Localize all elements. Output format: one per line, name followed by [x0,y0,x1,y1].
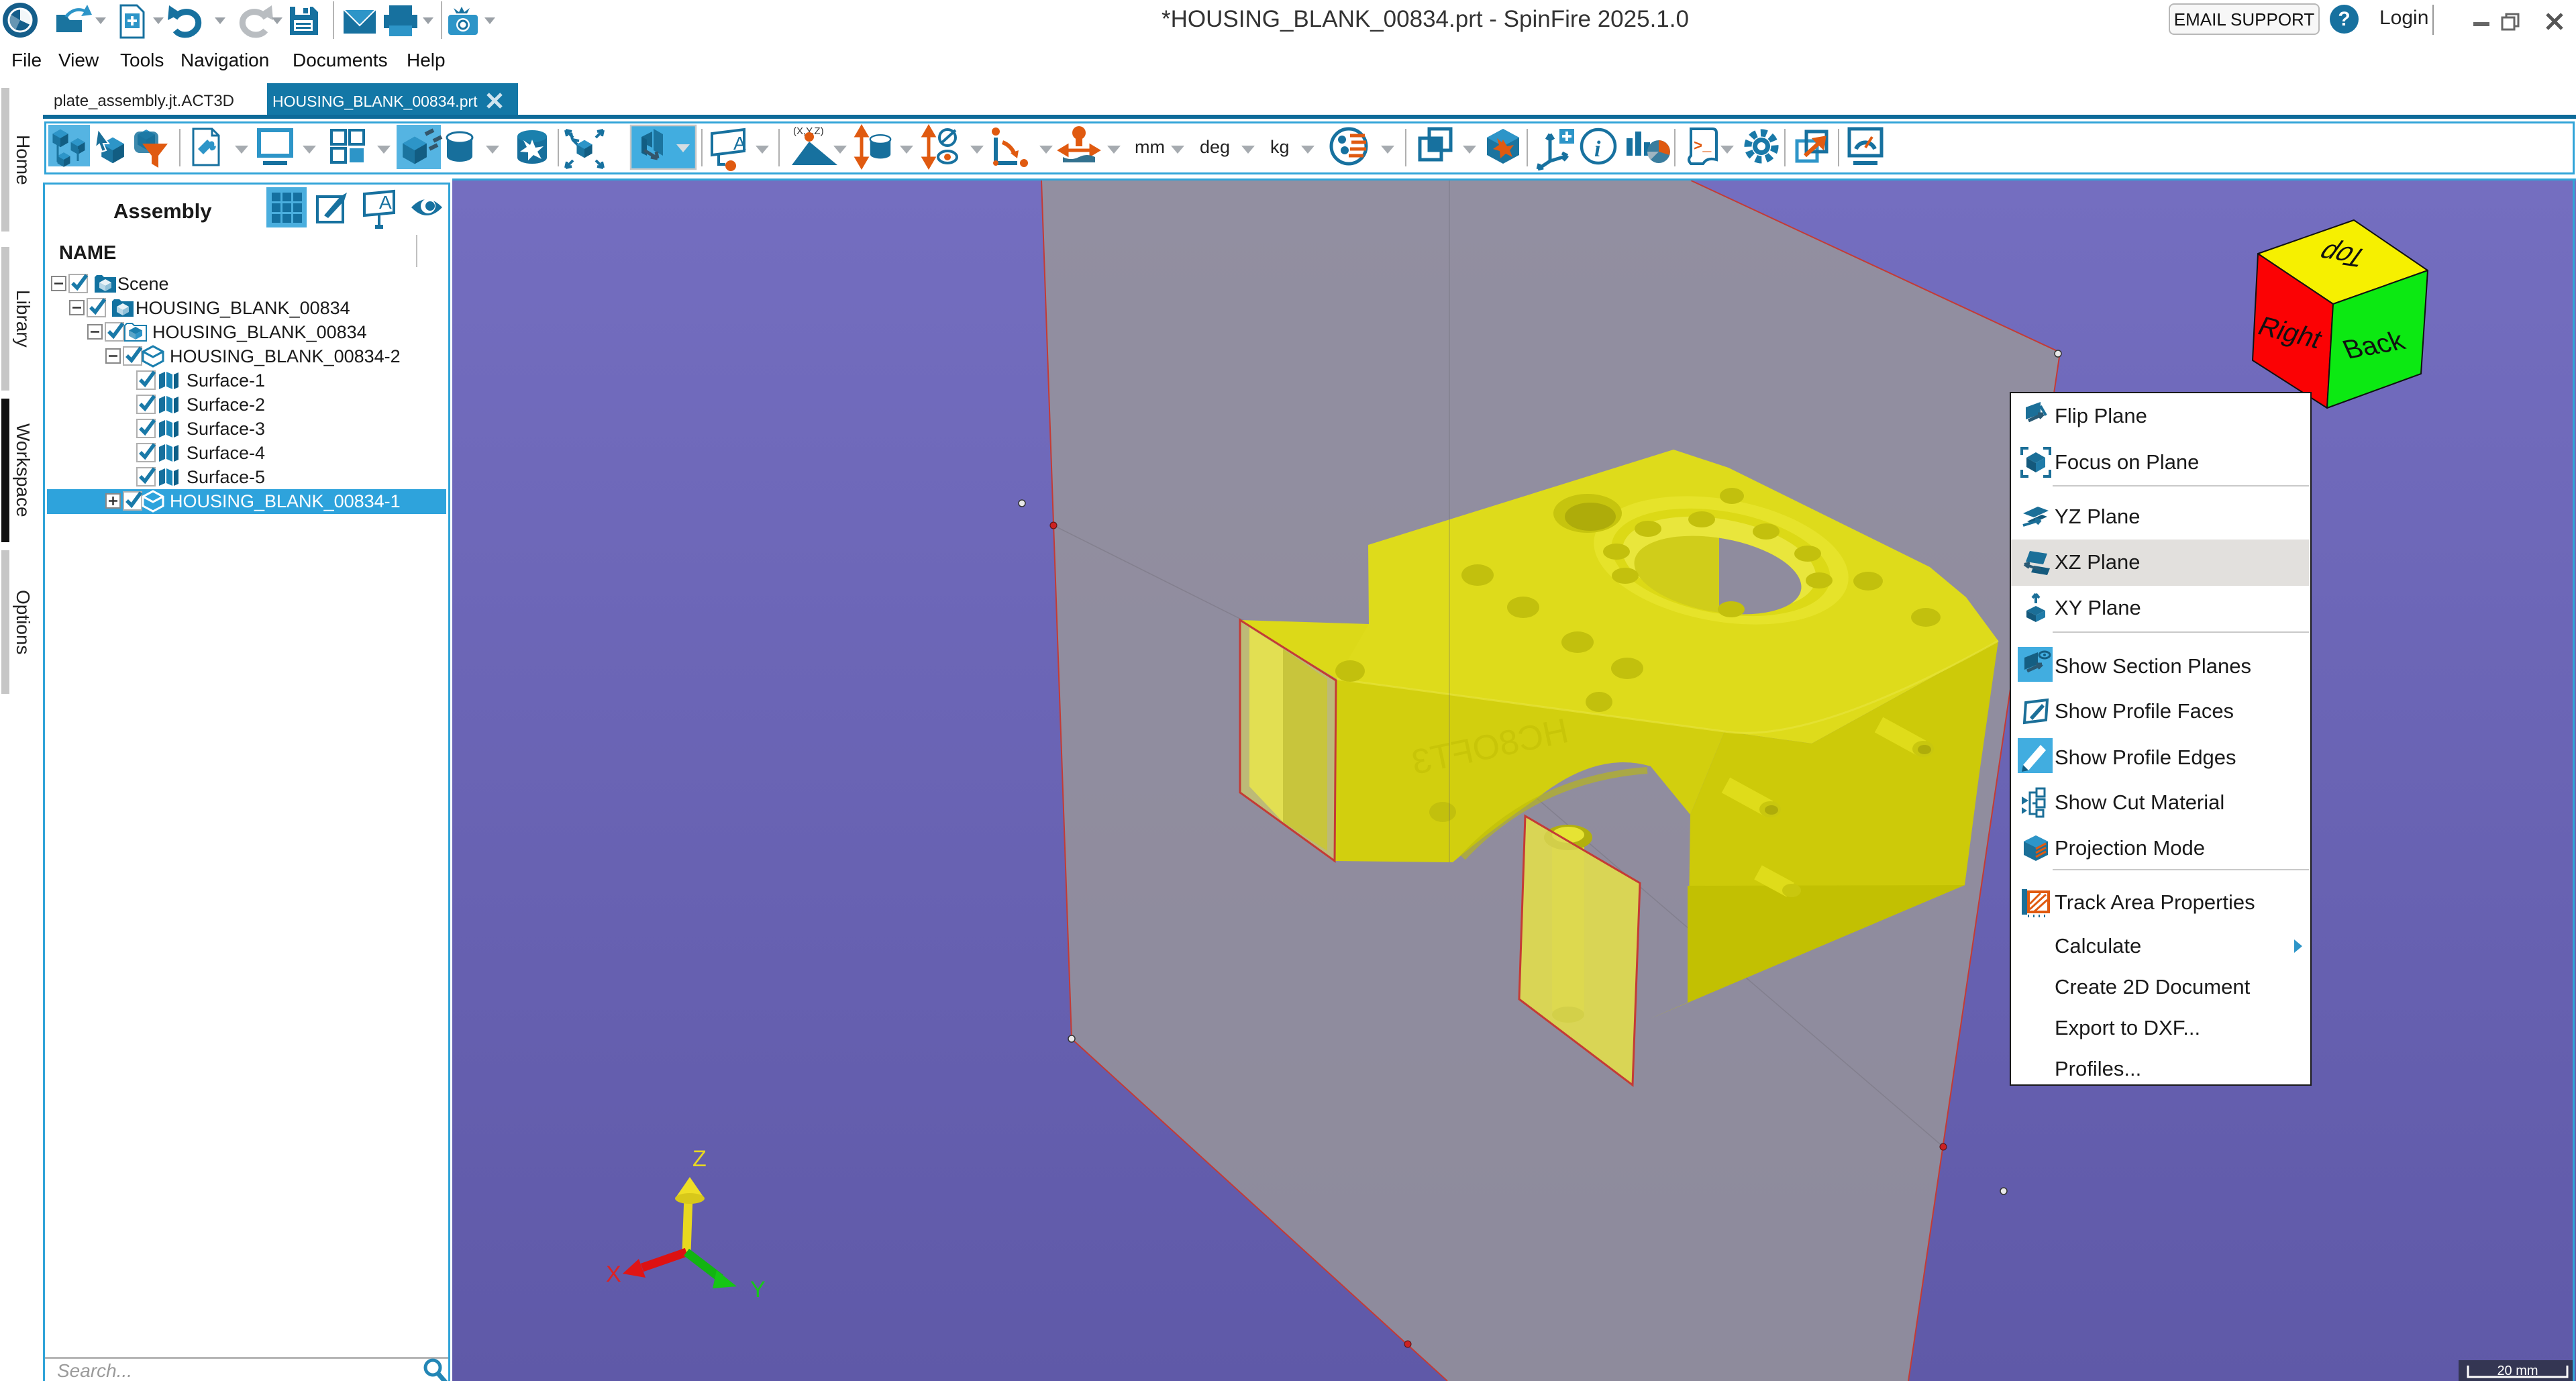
svg-text:HOUSING_BLANK_00834-2: HOUSING_BLANK_00834-2 [170,346,401,366]
svg-text:HOUSING_BLANK_00834-1: HOUSING_BLANK_00834-1 [170,491,401,511]
svg-text:Surface-2: Surface-2 [187,395,265,415]
svg-text:A: A [379,192,392,213]
svg-text:A: A [733,133,746,154]
svg-text:mm: mm [1135,137,1165,157]
svg-text:i: i [1594,137,1601,162]
svg-text:Surface-1: Surface-1 [187,370,265,391]
svg-text:Surface-4: Surface-4 [187,443,265,463]
svg-text:HOUSING_BLANK_00834: HOUSING_BLANK_00834 [136,298,350,318]
svg-text:kg: kg [1270,137,1290,157]
svg-text:Surface-3: Surface-3 [187,419,265,439]
svg-text:Surface-5: Surface-5 [187,467,265,487]
svg-text:Z: Z [692,1146,707,1172]
svg-text:X: X [606,1262,621,1287]
svg-text:HOUSING_BLANK_00834: HOUSING_BLANK_00834 [152,322,367,342]
svg-text:Y: Y [750,1277,766,1302]
svg-text:Scene: Scene [117,274,169,294]
svg-text:deg: deg [1200,137,1230,157]
svg-text:>_: >_ [1694,138,1712,155]
svg-text:20 mm: 20 mm [2497,1364,2538,1378]
